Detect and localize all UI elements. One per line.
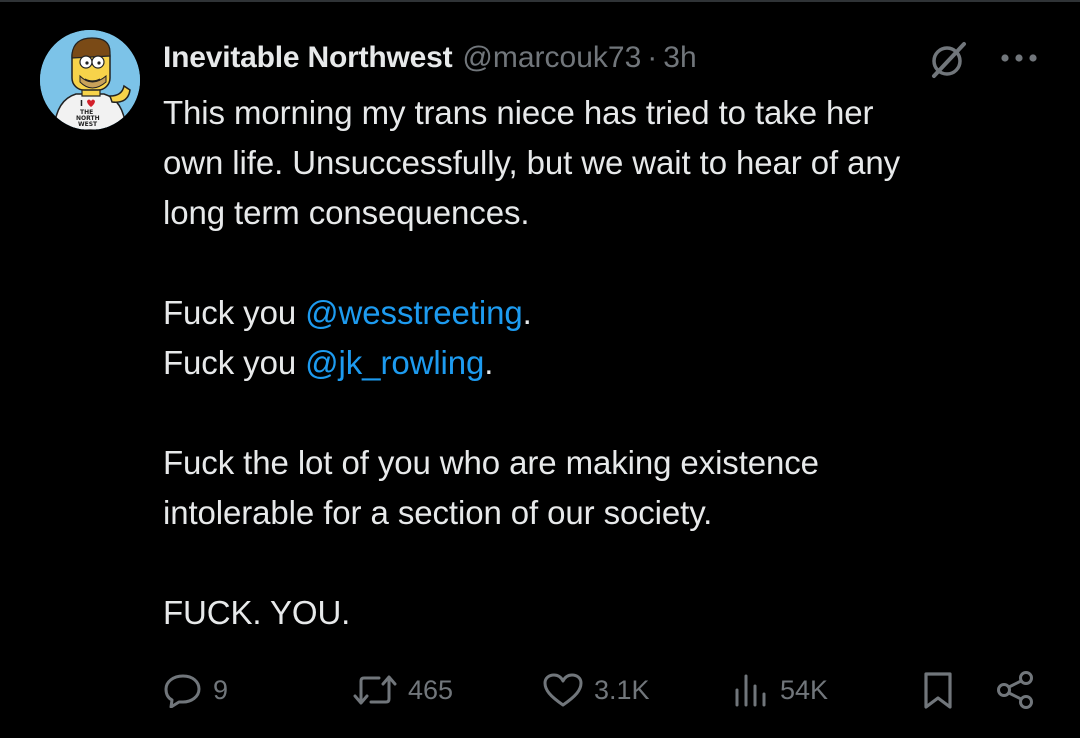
repost-count: 465 — [408, 674, 454, 705]
tweet-text-line: long term consequences. — [163, 194, 530, 231]
tweet-text-line: Fuck the lot of you who are making exist… — [163, 444, 819, 481]
tweet-header: Inevitable Northwest @marcouk73 · 3h — [163, 38, 697, 78]
tweet-action-bar: 9 465 3.1K 54K — [0, 668, 1080, 712]
reply-icon — [163, 672, 203, 708]
avatar[interactable]: I THE NORTH WEST — [40, 30, 140, 130]
repost-button[interactable]: 465 — [352, 668, 453, 712]
line-text: Fuck you — [163, 344, 306, 381]
tweet-text-line: intolerable for a section of our society… — [163, 494, 713, 531]
bookmark-button[interactable] — [920, 668, 956, 712]
tweet-body: This morning my trans niece has tried to… — [163, 88, 1043, 638]
views-count: 54K — [780, 674, 829, 705]
more-horizontal-icon[interactable] — [998, 42, 1040, 74]
line-punctuation: . — [522, 294, 532, 331]
line-text: Fuck you — [163, 294, 306, 331]
bookmark-icon — [920, 670, 956, 710]
heart-icon — [542, 672, 584, 708]
top-divider — [0, 0, 1080, 2]
mention-link-wesstreeting[interactable]: @wesstreeting — [305, 294, 523, 331]
repost-icon — [352, 672, 398, 708]
share-button[interactable] — [996, 668, 1036, 712]
tweet-text-line: own life. Unsuccessfully, but we wait to… — [163, 144, 901, 181]
share-icon — [996, 670, 1036, 710]
reply-button[interactable]: 9 — [163, 668, 228, 712]
mention-link-jk-rowling[interactable]: @jk_rowling — [305, 344, 484, 381]
svg-text:WEST: WEST — [78, 121, 98, 128]
reply-count: 9 — [213, 674, 229, 705]
line-punctuation: . — [484, 344, 494, 381]
tweet-text-line: Fuck you @wesstreeting. — [163, 288, 1043, 338]
author-handle[interactable]: @marcouk73 — [462, 41, 641, 75]
author-display-name[interactable]: Inevitable Northwest — [163, 41, 453, 75]
avatar-image: I THE NORTH WEST — [40, 30, 140, 130]
like-count: 3.1K — [594, 674, 650, 705]
grok-icon[interactable] — [926, 40, 970, 80]
tweet-text-line: FUCK. YOU. — [163, 594, 351, 631]
views-button[interactable]: 54K — [732, 668, 828, 712]
header-separator: · — [647, 41, 658, 74]
views-icon — [732, 672, 770, 708]
tweet-timestamp[interactable]: 3h — [663, 41, 696, 75]
tweet-text-line: This morning my trans niece has tried to… — [163, 94, 874, 131]
like-button[interactable]: 3.1K — [542, 668, 650, 712]
tweet-text-line: Fuck you @jk_rowling. — [163, 338, 1043, 388]
svg-text:I: I — [80, 99, 83, 108]
